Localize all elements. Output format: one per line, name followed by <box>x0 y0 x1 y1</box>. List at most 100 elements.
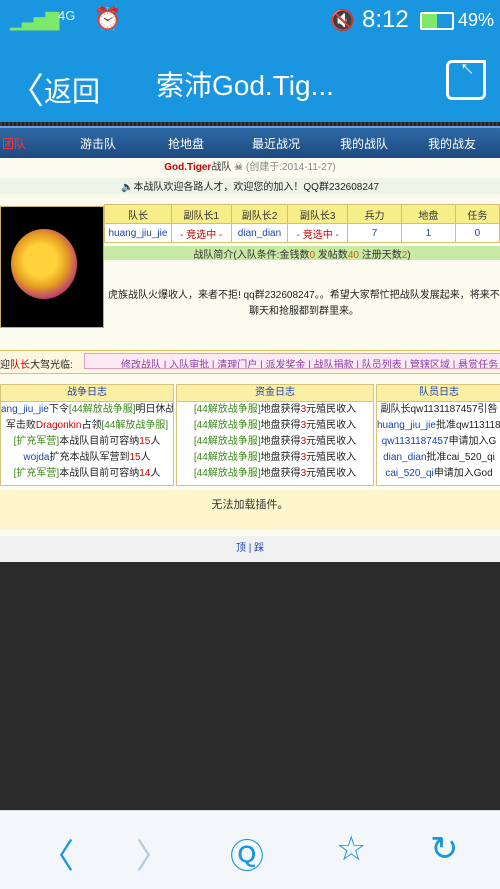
log-server: [44解放战争服] <box>193 452 261 463</box>
stats-header: 兵力 <box>347 204 402 224</box>
log-text: 明日休战 <box>135 404 173 415</box>
log-user[interactable]: Dragonkin <box>36 420 82 431</box>
log-user[interactable]: dian_dian <box>383 452 426 463</box>
log-text: 人 <box>150 436 161 447</box>
star-bookmark-icon[interactable]: ☆ <box>336 829 366 869</box>
battery-icon <box>420 12 454 30</box>
log-server: [44解放战争服] <box>193 468 261 479</box>
log-server: [44解放战争服] <box>68 404 136 415</box>
log-text: 地盘获得 <box>260 452 301 463</box>
log-user[interactable]: wojda <box>23 452 49 463</box>
stats-header: 地盘 <box>400 204 456 224</box>
captain-link[interactable]: huang_jiu_jie <box>104 223 172 243</box>
log-text: 地盘获得 <box>260 468 301 479</box>
list-item: wojda扩充本战队军营到15人 <box>1 450 173 466</box>
list-item: huang_jiu_jie批准qw1131187 <box>377 418 500 434</box>
log-text: 申请加入G <box>448 436 497 447</box>
member-log-title: 队员日志 <box>377 385 500 402</box>
stats-header: 副队长1 <box>170 204 232 224</box>
log-server: [44解放战争服] <box>193 420 261 431</box>
battery-percent: 49% <box>458 10 495 30</box>
fund-log: 资金日志 [44解放战争服]地盘获得3元殖民收入 [44解放战争服]地盘获得3元… <box>176 384 374 486</box>
log-server: [44解放战争服] <box>101 420 169 431</box>
log-user[interactable]: huang_jiu_jie <box>377 420 436 431</box>
list-item: 军击败Dragonkin占领[44解放战争服] <box>1 418 173 434</box>
admin-links[interactable]: 修改战队 | 入队审批 | 清理门户 | 派发奖金 | 战队捐款 | 队员列表 … <box>84 353 500 369</box>
log-text: 本战队目前可容纳 <box>59 468 140 479</box>
log-number: 15 <box>129 452 141 463</box>
log-text: 元殖民收入 <box>306 452 357 463</box>
battery-fill <box>422 14 437 28</box>
log-server: [44解放战争服] <box>193 404 261 415</box>
team-avatar <box>0 206 104 328</box>
stats-header: 副队长2 <box>230 204 289 224</box>
nav-item-team[interactable]: 团队 <box>2 135 26 152</box>
chevron-left-icon: 〈 <box>8 70 45 111</box>
nav-item-recent-battles[interactable]: 最近战况 <box>252 135 300 152</box>
intro-header: 战队简介(入队条件:金钱数0 发帖数40 注册天数2) <box>104 246 500 261</box>
log-text: 元殖民收入 <box>306 436 357 447</box>
arrow-out-icon: ↑ <box>453 54 479 81</box>
team-stats-table: 队长 副队长1 副队长2 副队长3 兵力 地盘 任务 huang_jiu_jie… <box>104 204 500 243</box>
log-text: 占领 <box>81 420 102 431</box>
war-log-title: 战争日志 <box>1 385 173 402</box>
signal-bars-icon: ▁▃▅▇ <box>10 10 59 30</box>
tiger-emblem <box>11 229 77 299</box>
nav-item-my-comrades[interactable]: 我的战友 <box>428 135 476 152</box>
plugin-error: 无法加载插件。 <box>0 490 500 530</box>
log-tag: [扩充军营] <box>13 436 60 447</box>
territory-value: 1 <box>400 223 456 243</box>
team-name-suffix: 战队 <box>211 162 232 173</box>
nav-item-grab-territory[interactable]: 抢地盘 <box>168 135 204 152</box>
vice-captain-2-link[interactable]: dian_dian <box>230 223 289 243</box>
welcome-captain-label: 迎队长大驾光临: <box>0 356 73 371</box>
log-text: 元殖民收入 <box>306 404 357 415</box>
troops-value: 7 <box>347 223 402 243</box>
vice-captain-1: - 竞选中 - <box>170 223 232 243</box>
vote-links[interactable]: 顶 | 踩 <box>0 536 500 562</box>
stats-header: 任务 <box>454 204 500 224</box>
list-item: [44解放战争服]地盘获得3元殖民收入 <box>177 466 373 482</box>
refresh-icon[interactable]: ↻ <box>430 829 459 869</box>
log-text: 地盘获得 <box>260 436 301 447</box>
log-user[interactable]: cai_520_qi <box>385 468 433 479</box>
log-text: 副队长qw1131187457引咎 <box>380 404 498 415</box>
back-button[interactable]: 〈返回 <box>8 60 100 112</box>
welcome-banner: 🔈本战队欢迎各路人才，欢迎您的加入！QQ群232608247 <box>0 178 500 194</box>
log-text: 本战队目前可容纳 <box>59 436 140 447</box>
intro-mid: 发帖数 <box>315 250 348 261</box>
list-item: [44解放战争服]地盘获得3元殖民收入 <box>177 418 373 434</box>
arrow-left-icon[interactable]: 〈 <box>40 829 74 878</box>
arrow-right-icon[interactable]: 〉 <box>136 829 170 878</box>
share-icon[interactable]: ↑ <box>446 55 486 100</box>
log-user[interactable]: ang_jiu_jie <box>1 404 49 415</box>
list-item: cai_520_qi申请加入God <box>377 466 500 482</box>
list-item: qw1131187457申请加入G <box>377 434 500 450</box>
list-item: [44解放战争服]地盘获得3元殖民收入 <box>177 402 373 418</box>
intro-suffix: ) <box>407 250 411 261</box>
team-name[interactable]: God.Tiger <box>164 162 211 173</box>
list-item: [扩充军营]本战队目前可容纳15人 <box>1 434 173 450</box>
nav-item-my-team[interactable]: 我的战队 <box>340 135 388 152</box>
pirate-flag-icon: ☠ <box>234 162 244 173</box>
war-log: 战争日志 ang_jiu_jie下令[44解放战争服]明日休战 军击败Drago… <box>0 384 174 486</box>
created-date: (创建于:2014-11-27) <box>245 162 336 173</box>
nav-item-guerrilla[interactable]: 游击队 <box>80 135 116 152</box>
alarm-clock-icon: ⏰ <box>94 6 122 31</box>
label-role: 队长 <box>10 360 30 371</box>
log-user[interactable]: qw1131187457 <box>382 436 449 447</box>
log-text: 扩充本战队军营到 <box>49 452 130 463</box>
log-text: 元殖民收入 <box>306 420 357 431</box>
log-text: 地盘获得 <box>260 420 301 431</box>
label-prefix: 迎 <box>0 360 10 371</box>
welcome-text: 本战队欢迎各路人才，欢迎您的加入！QQ群232608247 <box>133 182 380 193</box>
list-item: [44解放战争服]地盘获得3元殖民收入 <box>177 450 373 466</box>
log-server: [44解放战争服] <box>193 436 261 447</box>
speaker-icon: 🔈 <box>120 182 134 193</box>
clock: 8:12 <box>362 6 409 33</box>
log-text: 人 <box>140 452 151 463</box>
log-text: 申请加入God <box>433 468 493 479</box>
chat-bubble-icon[interactable]: Ⓠ <box>230 829 264 878</box>
team-header: God.Tiger战队 ☠ (创建于:2014-11-27) <box>0 158 500 176</box>
member-log: 队员日志 副队长qw1131187457引咎 huang_jiu_jie批准qw… <box>376 384 500 486</box>
